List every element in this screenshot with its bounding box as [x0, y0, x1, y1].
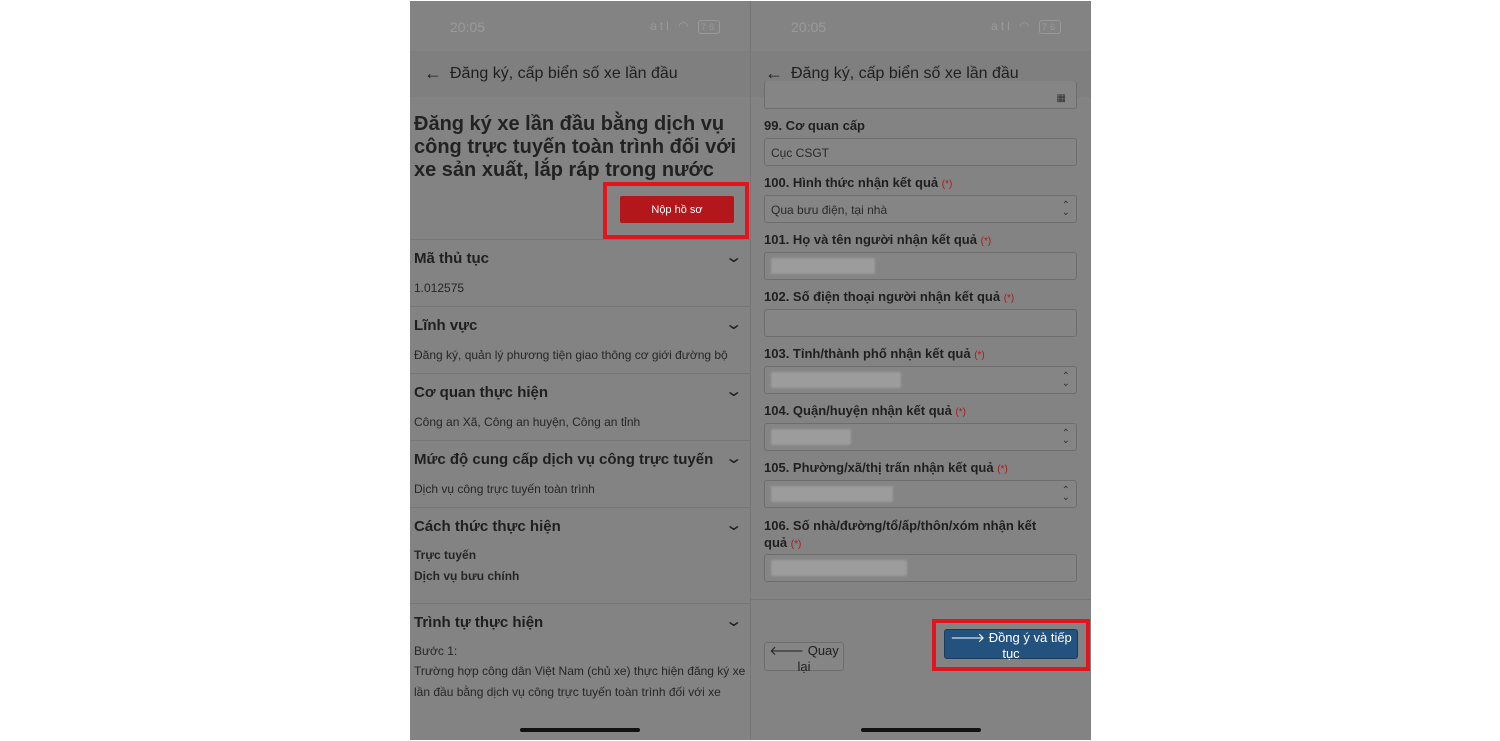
required-mark: (*): [955, 407, 967, 418]
divider: [751, 599, 1091, 600]
section-value: Công an Xã, Công an huyện, Công an tỉnh: [414, 415, 641, 429]
left-phone-screen: 20:05 atl ◠ 76 ← Đăng ký, cấp biển số xe…: [410, 1, 750, 740]
select-arrows-icon: ⌃ ⌄: [1061, 428, 1070, 446]
arrow-left-icon: 🡐: [769, 643, 805, 658]
field-label-recipient-phone: 102. Số điện thoại người nhận kết quả (*…: [764, 288, 1064, 307]
date-field-partial[interactable]: ▦: [764, 81, 1077, 109]
status-icons: atl ◠ 76: [991, 19, 1061, 34]
ward-select[interactable]: ⌃ ⌄: [764, 480, 1077, 508]
chevron-down-icon[interactable]: ⌄: [724, 247, 743, 267]
home-indicator: [861, 728, 981, 732]
field-label-ward: 105. Phường/xã/thị trấn nhận kết quả (*): [764, 459, 1064, 478]
field-label-district: 104. Quận/huyện nhận kết quả (*): [764, 402, 1064, 421]
chevron-down-icon[interactable]: ⌄: [724, 448, 743, 468]
wifi-icon: ◠: [1019, 19, 1033, 33]
field-label-recipient-name: 101. Họ và tên người nhận kết quả (*): [764, 231, 1064, 250]
label-text: 103. Tỉnh/thành phố nhận kết quả: [764, 346, 971, 361]
redacted-value: [771, 372, 901, 388]
section-field[interactable]: Lĩnh vực ⌄ Đăng ký, quản lý phương tiện …: [410, 306, 750, 373]
label-text: 102. Số điện thoại người nhận kết quả: [764, 289, 1001, 304]
section-procedure-code[interactable]: Mã thủ tục ⌄ 1.012575: [410, 239, 750, 306]
section-service-level[interactable]: Mức độ cung cấp dịch vụ công trực tuyến …: [410, 440, 750, 507]
section-method[interactable]: Cách thức thực hiện ⌄ Trực tuyến Dịch vụ…: [410, 507, 750, 603]
calendar-icon[interactable]: ▦: [1057, 93, 1066, 104]
required-mark: (*): [1003, 293, 1015, 304]
wifi-icon: ◠: [678, 19, 692, 33]
select-arrows-icon: ⌃ ⌄: [1061, 200, 1070, 218]
section-agency[interactable]: Cơ quan thực hiện ⌄ Công an Xã, Công an …: [410, 373, 750, 440]
signal-icon: atl: [650, 19, 672, 33]
recipient-name-field[interactable]: [764, 252, 1077, 280]
app-header: ← Đăng ký, cấp biển số xe lần đầu: [410, 51, 750, 97]
redacted-value: [771, 429, 851, 445]
chevron-down-icon[interactable]: ⌄: [724, 314, 743, 334]
district-select[interactable]: ⌃ ⌄: [764, 423, 1077, 451]
header-title: Đăng ký, cấp biển số xe lần đầu: [450, 65, 678, 82]
status-time: 20:05: [450, 19, 486, 35]
required-mark: (*): [980, 236, 992, 247]
delivery-method-select[interactable]: Qua bưu điện, tại nhà ⌃ ⌄: [764, 195, 1077, 223]
recipient-phone-field[interactable]: [764, 309, 1077, 337]
label-text: 105. Phường/xã/thị trấn nhận kết quả: [764, 460, 994, 475]
field-label-issuing-agency: 99. Cơ quan cấp: [764, 118, 865, 133]
section-value: 1.012575: [414, 281, 465, 295]
procedure-title: Đăng ký xe lần đầu bằng dịch vụ công trự…: [414, 113, 737, 181]
back-button-label: Quay lại: [797, 643, 839, 674]
label-text: 100. Hình thức nhận kết quả: [764, 175, 939, 190]
field-label-province: 103. Tỉnh/thành phố nhận kết quả (*): [764, 345, 1064, 364]
delivery-method-value: Qua bưu điện, tại nhà: [771, 203, 888, 217]
back-arrow-icon[interactable]: ←: [424, 63, 442, 84]
highlight-box: [932, 619, 1090, 671]
highlight-box: [603, 182, 749, 239]
issuing-agency-field[interactable]: Cục CSGT: [764, 138, 1077, 166]
right-phone-screen: 20:05 atl ◠ 76 ← Đăng ký, cấp biển số xe…: [750, 1, 1091, 740]
step-text: Trường hợp công dân Việt Nam (chủ xe) th…: [414, 664, 746, 699]
field-label-street-address: 106. Số nhà/đường/tổ/ấp/thôn/xóm nhận kế…: [764, 517, 1054, 553]
label-text: 101. Họ và tên người nhận kết quả: [764, 232, 977, 247]
street-address-field[interactable]: [764, 554, 1077, 582]
section-procedure-steps[interactable]: Trình tự thực hiện ⌄ Bước 1: Trường hợp …: [410, 603, 750, 740]
select-arrows-icon: ⌃ ⌄: [1061, 371, 1070, 389]
section-title: Cách thức thực hiện: [414, 518, 561, 535]
chevron-down-icon[interactable]: ⌄: [724, 515, 743, 535]
signal-icon: atl: [991, 19, 1013, 33]
battery-icon: 76: [697, 20, 720, 34]
required-mark: (*): [941, 179, 953, 190]
section-value: Trực tuyến: [414, 548, 477, 562]
section-title: Lĩnh vực: [414, 317, 478, 334]
status-bar: 20:05 atl ◠ 76: [751, 1, 1091, 51]
status-bar: 20:05 atl ◠ 76: [410, 1, 750, 51]
section-title: Mức độ cung cấp dịch vụ công trực tuyến: [414, 451, 714, 468]
redacted-value: [771, 258, 875, 274]
step-label: Bước 1:: [414, 644, 458, 658]
label-text: 106. Số nhà/đường/tổ/ấp/thôn/xóm nhận kế…: [764, 518, 1037, 550]
battery-icon: 76: [1038, 20, 1061, 34]
status-icons: atl ◠ 76: [650, 19, 720, 34]
section-value: Dịch vụ bưu chính: [414, 569, 520, 583]
required-mark: (*): [997, 464, 1008, 475]
chevron-down-icon[interactable]: ⌄: [724, 381, 743, 401]
section-title: Mã thủ tục: [414, 250, 489, 267]
required-mark: (*): [790, 539, 802, 550]
home-indicator: [520, 728, 640, 732]
field-label-delivery-method: 100. Hình thức nhận kết quả (*): [764, 174, 1064, 193]
select-arrows-icon: ⌃ ⌄: [1061, 485, 1070, 503]
required-mark: (*): [974, 350, 985, 361]
section-title: Cơ quan thực hiện: [414, 384, 549, 401]
chevron-down-icon[interactable]: ⌄: [724, 611, 743, 631]
section-value: Dịch vụ công trực tuyến toàn trình: [414, 482, 595, 496]
redacted-value: [771, 486, 893, 502]
redacted-value: [771, 560, 907, 576]
back-button[interactable]: 🡐 Quay lại: [764, 642, 844, 674]
label-text: 104. Quận/huyện nhận kết quả: [764, 403, 952, 418]
section-title: Trình tự thực hiện: [414, 614, 544, 631]
section-value: Đăng ký, quản lý phương tiện giao thông …: [414, 348, 728, 362]
issuing-agency-value: Cục CSGT: [771, 146, 830, 160]
status-time: 20:05: [791, 19, 827, 35]
province-select[interactable]: ⌃ ⌄: [764, 366, 1077, 394]
